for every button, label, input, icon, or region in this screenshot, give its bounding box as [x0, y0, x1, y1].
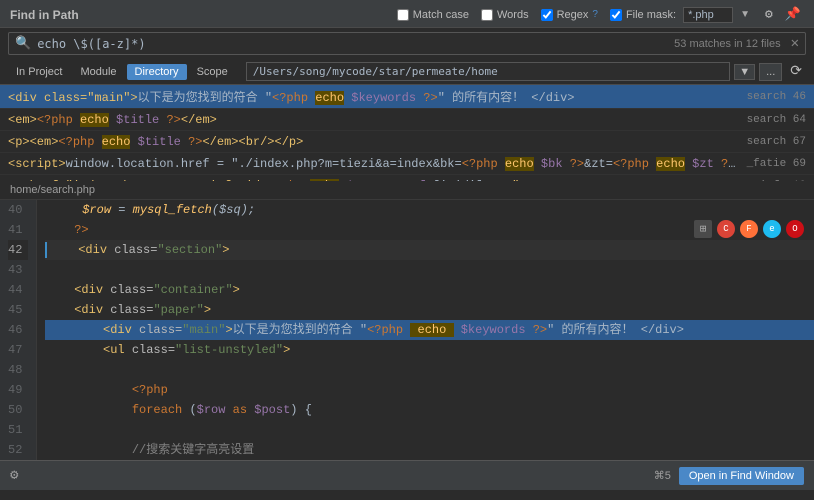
scope-refresh-icon[interactable]: ⟳	[786, 62, 806, 81]
line-num: 51	[8, 420, 28, 440]
code-line	[45, 360, 814, 380]
result-code: <div class="main">以下是为您找到的符合 "<?php echo…	[8, 88, 739, 105]
result-filename: _fatie 69	[747, 158, 806, 170]
code-line: <ul class="list-unstyled">	[45, 340, 814, 360]
line-num: 52	[8, 440, 28, 460]
scope-path-browse-button[interactable]: ...	[759, 63, 782, 81]
filter-icons: ⚙ 📌	[762, 6, 804, 23]
find-panel: Find in Path Match case Words Regex ? Fi…	[0, 0, 814, 181]
line-num: 47	[8, 340, 28, 360]
code-line	[45, 260, 814, 280]
regex-option[interactable]: Regex ?	[541, 9, 598, 21]
code-line: <div class="paper">	[45, 300, 814, 320]
search-input[interactable]	[37, 37, 668, 51]
find-options: Match case Words Regex ? File mask: ▼ ⚙ …	[397, 6, 804, 23]
keyboard-shortcut: ⌘5	[654, 469, 671, 482]
code-line	[45, 420, 814, 440]
line-num: 44	[8, 280, 28, 300]
result-filename: search 46	[747, 91, 806, 103]
result-code: <p><em><?php echo $title ?></em><br/></p…	[8, 135, 739, 149]
search-input-row: 🔍 53 matches in 12 files ✕	[0, 28, 814, 59]
tab-scope[interactable]: Scope	[189, 64, 236, 80]
result-code: <a href="index.php?m=user&a=info&id=<?ph…	[8, 179, 752, 182]
match-case-label: Match case	[413, 9, 469, 21]
words-option[interactable]: Words	[481, 9, 529, 21]
code-lines: ⊞ C F e O $row = mysql_fetch($sq); ?> <d…	[37, 200, 814, 460]
line-num: 43	[8, 260, 28, 280]
line-num: 45	[8, 300, 28, 320]
tab-directory[interactable]: Directory	[127, 64, 187, 80]
bottom-right: ⌘5 Open in Find Window	[654, 467, 804, 485]
line-num: 46	[8, 320, 28, 340]
code-line: <div class="container">	[45, 280, 814, 300]
regex-checkbox[interactable]	[541, 9, 553, 21]
code-line: //搜索关键字高亮设置	[45, 440, 814, 460]
words-label: Words	[497, 9, 529, 21]
words-checkbox[interactable]	[481, 9, 493, 21]
result-filename: search 64	[747, 114, 806, 126]
clear-search-button[interactable]: ✕	[791, 35, 799, 52]
line-num: 50	[8, 400, 28, 420]
result-code: <script>window.location.href = "./index.…	[8, 157, 739, 171]
code-editor: home/search.php 40 41 42 43 44 45 46 47 …	[0, 181, 814, 460]
result-filename: info 10	[760, 180, 806, 182]
file-mask-checkbox[interactable]	[610, 9, 622, 21]
open-find-window-button[interactable]: Open in Find Window	[679, 467, 804, 485]
line-num: 41	[8, 220, 28, 240]
file-mask-dropdown[interactable]: ▼	[740, 9, 750, 20]
bottom-bar: ⚙ ⌘5 Open in Find Window	[0, 460, 814, 490]
find-panel-title-row: Find in Path Match case Words Regex ? Fi…	[0, 0, 814, 28]
search-box: 🔍 53 matches in 12 files ✕	[8, 32, 806, 55]
opera-icon[interactable]: O	[786, 220, 804, 238]
line-num: 42	[8, 240, 28, 260]
code-line: <?php	[45, 380, 814, 400]
file-mask-label: File mask:	[626, 9, 676, 21]
match-case-option[interactable]: Match case	[397, 9, 469, 21]
search-icon: 🔍	[15, 36, 31, 51]
match-case-checkbox[interactable]	[397, 9, 409, 21]
ie-icon[interactable]: e	[763, 220, 781, 238]
code-line: $row = mysql_fetch($sq);	[45, 200, 814, 220]
result-row[interactable]: <p><em><?php echo $title ?></em><br/></p…	[0, 131, 814, 153]
code-area: 40 41 42 43 44 45 46 47 48 49 50 51 52 ⊞…	[0, 200, 814, 460]
code-toolbar: ⊞ C F e O	[694, 220, 804, 238]
match-count: 53 matches in 12 files	[674, 38, 780, 50]
result-row[interactable]: <a href="index.php?m=user&a=info&id=<?ph…	[0, 175, 814, 181]
file-header: home/search.php	[0, 181, 814, 200]
grid-icon[interactable]: ⊞	[694, 220, 712, 238]
scope-path-dropdown[interactable]: ▼	[734, 64, 755, 80]
firefox-icon[interactable]: F	[740, 220, 758, 238]
line-num: 40	[8, 200, 28, 220]
code-line-highlighted: <div class="main">以下是为您找到的符合 "<?php echo…	[45, 320, 814, 340]
filter-icon[interactable]: ⚙	[762, 6, 776, 23]
pin-icon[interactable]: 📌	[782, 6, 804, 23]
tab-in-project[interactable]: In Project	[8, 64, 70, 80]
filename: home/search.php	[10, 184, 95, 196]
result-filename: search 67	[747, 136, 806, 148]
regex-help[interactable]: ?	[592, 9, 598, 20]
scope-path-input[interactable]	[246, 62, 730, 81]
code-line: foreach ($row as $post) {	[45, 400, 814, 420]
file-mask-input[interactable]	[683, 7, 733, 23]
file-mask-option[interactable]: File mask: ▼	[610, 7, 750, 23]
line-num: 49	[8, 380, 28, 400]
results-list: <div class="main">以下是为您找到的符合 "<?php echo…	[0, 85, 814, 181]
result-row[interactable]: <em><?php echo $title ?></em> search 64	[0, 109, 814, 131]
result-row[interactable]: <script>window.location.href = "./index.…	[0, 153, 814, 175]
scope-path: ▼ ... ⟳	[246, 62, 806, 81]
result-code: <em><?php echo $title ?></em>	[8, 113, 739, 127]
scope-row: In Project Module Directory Scope ▼ ... …	[0, 59, 814, 85]
line-numbers: 40 41 42 43 44 45 46 47 48 49 50 51 52	[0, 200, 37, 460]
line-num: 48	[8, 360, 28, 380]
result-row[interactable]: <div class="main">以下是为您找到的符合 "<?php echo…	[0, 85, 814, 109]
settings-icon[interactable]: ⚙	[10, 467, 18, 484]
find-panel-title: Find in Path	[10, 8, 79, 22]
chrome-icon[interactable]: C	[717, 220, 735, 238]
regex-label: Regex	[557, 9, 589, 21]
tab-module[interactable]: Module	[72, 64, 124, 80]
code-line: <div class="section">	[45, 240, 814, 260]
